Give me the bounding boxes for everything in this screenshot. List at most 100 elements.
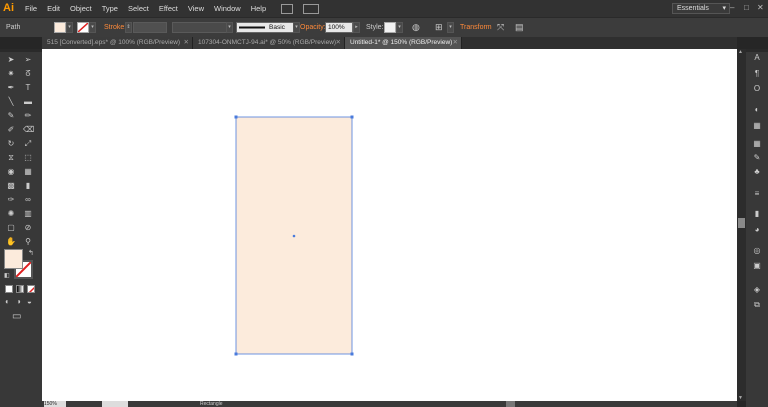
color-mode-icon[interactable] — [5, 285, 13, 293]
menu-object[interactable]: Object — [65, 0, 97, 17]
draw-inside-icon[interactable]: ◒ — [27, 297, 32, 306]
eyedropper-tool-icon[interactable]: ✑ — [6, 195, 16, 205]
shape-builder-tool-icon[interactable]: ◉ — [6, 167, 16, 177]
menu-type[interactable]: Type — [97, 0, 123, 17]
pencil-tool-icon[interactable]: ✏ — [23, 111, 33, 121]
opacity-panel-link[interactable]: Opacity: — [300, 22, 326, 33]
variable-width-profile[interactable] — [172, 22, 230, 33]
zoom-level[interactable]: 150% — [44, 401, 66, 407]
align-dropdown[interactable]: ▾ — [447, 22, 454, 33]
brush-definition[interactable]: Basic — [236, 22, 294, 33]
default-colors-icon[interactable]: ◧ — [4, 272, 10, 279]
close-icon[interactable]: ✕ — [757, 3, 764, 12]
draw-behind-icon[interactable]: ◑ — [16, 297, 21, 306]
swap-fill-stroke-icon[interactable]: ↰ — [28, 249, 34, 257]
type-tool-icon[interactable]: T — [23, 83, 33, 93]
rectangle-tool-icon[interactable]: ▬ — [23, 97, 33, 107]
color-panel-icon[interactable]: ◐ — [752, 105, 762, 115]
selection-handle[interactable] — [350, 352, 354, 356]
scroll-down-icon[interactable]: ▼ — [738, 395, 743, 401]
selection-handle[interactable] — [234, 115, 238, 119]
dock-grip[interactable] — [746, 49, 768, 52]
menu-view[interactable]: View — [183, 0, 209, 17]
menu-file[interactable]: File — [20, 0, 42, 17]
menu-help[interactable]: Help — [246, 0, 271, 17]
panel-grip[interactable] — [0, 49, 42, 52]
zoom-tool-icon[interactable]: ⚲ — [23, 237, 33, 247]
transform-panel-link[interactable]: Transform — [460, 22, 492, 33]
blob-brush-tool-icon[interactable]: ✐ — [6, 125, 16, 135]
fill-dropdown[interactable]: ▾ — [66, 22, 73, 33]
magic-wand-tool-icon[interactable]: ✷ — [6, 69, 16, 79]
stroke-panel-link[interactable]: Stroke: — [104, 22, 126, 33]
artboards-panel-icon[interactable]: ⧉ — [752, 300, 762, 310]
screen-mode-icon[interactable]: ▭ — [12, 311, 21, 322]
column-graph-tool-icon[interactable]: ▥ — [23, 209, 33, 219]
close-icon[interactable]: ✕ — [453, 37, 458, 49]
artboard-tool-icon[interactable]: ▢ — [6, 223, 16, 233]
profile-dropdown[interactable]: ▾ — [226, 22, 233, 33]
opentype-panel-icon[interactable]: O — [752, 84, 762, 94]
paintbrush-tool-icon[interactable]: ✎ — [6, 111, 16, 121]
tab-515-converted[interactable]: 515 [Converted].eps* @ 100% (RGB/Preview… — [42, 37, 193, 49]
stroke-panel-icon[interactable]: ≡ — [752, 189, 762, 199]
perspective-grid-tool-icon[interactable]: ▦ — [23, 167, 33, 177]
fill-swatch[interactable] — [54, 22, 66, 33]
free-transform-tool-icon[interactable]: ⬚ — [23, 153, 33, 163]
workspace-switcher[interactable]: Essentials ▾ — [672, 3, 730, 14]
selection-handle[interactable] — [350, 115, 354, 119]
symbols-panel-icon[interactable]: ♣ — [752, 167, 762, 177]
character-panel-icon[interactable]: A — [752, 53, 762, 63]
lasso-tool-icon[interactable]: ᘔ — [23, 69, 33, 79]
graphic-styles-icon[interactable]: ▣ — [752, 261, 762, 271]
brushes-panel-icon[interactable]: ✎ — [752, 153, 762, 163]
menu-effect[interactable]: Effect — [154, 0, 183, 17]
line-segment-tool-icon[interactable]: ╲ — [6, 97, 16, 107]
brush-dropdown[interactable]: ▾ — [293, 22, 300, 33]
menu-window[interactable]: Window — [209, 0, 246, 17]
stroke-dropdown[interactable]: ▾ — [89, 22, 96, 33]
recolor-artwork-icon[interactable]: ◍ — [412, 22, 420, 33]
color-guide-icon[interactable]: ▦ — [752, 121, 762, 131]
pen-tool-icon[interactable]: ✒ — [6, 83, 16, 93]
stroke-weight-stepper[interactable]: ⇕ — [125, 22, 132, 33]
mesh-tool-icon[interactable]: ▩ — [6, 181, 16, 191]
horizontal-scroll-thumb[interactable] — [506, 401, 515, 407]
maximize-icon[interactable]: □ — [744, 3, 749, 12]
stroke-weight-field[interactable] — [133, 22, 167, 33]
gradient-tool-icon[interactable]: ▮ — [23, 181, 33, 191]
style-dropdown[interactable]: ▾ — [396, 22, 403, 33]
bridge-icon[interactable] — [281, 3, 294, 14]
options-menu-icon[interactable]: ▤ — [515, 22, 524, 33]
swatches-panel-icon[interactable]: ▦ — [752, 139, 762, 149]
artboard-nav[interactable] — [102, 401, 128, 407]
close-icon[interactable]: ✕ — [184, 37, 189, 49]
slice-tool-icon[interactable]: ⊘ — [23, 223, 33, 233]
transparency-panel-icon[interactable]: ◕ — [752, 225, 762, 235]
graphic-style-swatch[interactable] — [384, 22, 396, 33]
blend-tool-icon[interactable]: ∞ — [23, 195, 33, 205]
selection-handle[interactable] — [234, 352, 238, 356]
artboard-canvas[interactable] — [42, 49, 737, 401]
tab-107304[interactable]: 107304-ONMCTJ-94.ai* @ 50% (RGB/Preview)… — [193, 37, 345, 49]
minimize-icon[interactable]: – — [730, 3, 734, 12]
layers-panel-icon[interactable]: ◈ — [752, 285, 762, 295]
align-icon[interactable]: ⊞ — [435, 22, 443, 33]
gradient-panel-icon[interactable]: ▮ — [752, 209, 762, 219]
vertical-scroll-thumb[interactable] — [738, 218, 745, 228]
width-tool-icon[interactable]: ⧖ — [6, 153, 16, 163]
direct-selection-tool-icon[interactable]: ➢ — [23, 55, 33, 65]
appearance-panel-icon[interactable]: ◎ — [752, 246, 762, 256]
draw-normal-icon[interactable]: ◐ — [5, 297, 10, 306]
fill-color-front[interactable] — [4, 249, 23, 269]
stroke-swatch[interactable] — [77, 22, 89, 33]
isolate-object-icon[interactable]: ⤧ — [497, 22, 504, 33]
menu-edit[interactable]: Edit — [42, 0, 65, 17]
selection-tool-icon[interactable]: ➤ — [6, 55, 16, 65]
symbol-sprayer-tool-icon[interactable]: ✺ — [6, 209, 16, 219]
hand-tool-icon[interactable]: ✋ — [6, 237, 16, 247]
tab-untitled-1[interactable]: Untitled-1* @ 150% (RGB/Preview) ✕ — [345, 37, 462, 49]
paragraph-panel-icon[interactable]: ¶ — [752, 69, 762, 79]
none-mode-icon[interactable] — [27, 285, 35, 293]
gradient-mode-icon[interactable] — [16, 285, 24, 293]
